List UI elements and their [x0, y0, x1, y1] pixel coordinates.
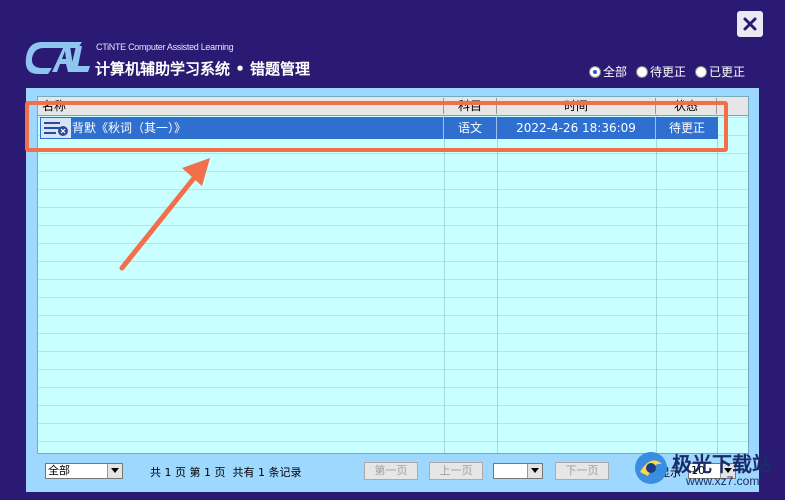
watermark-title: 极光下载站 [672, 452, 772, 476]
next-page-button[interactable]: 下一页 [555, 462, 609, 480]
filter-all-radio[interactable]: 全部 [589, 63, 627, 80]
filter-pending-label: 待更正 [650, 65, 687, 79]
brand-subtitle: CTiNTE Computer Assisted Learning [96, 42, 234, 52]
page-title: 计算机辅助学习系统 • 错题管理 [95, 60, 311, 78]
highlight-annotation-box [25, 101, 728, 152]
prev-page-button[interactable]: 上一页 [429, 462, 483, 480]
filter-pending-radio[interactable]: 待更正 [636, 63, 686, 80]
filter-all-label: 全部 [603, 65, 628, 79]
page-number-select[interactable] [493, 463, 543, 479]
close-icon [743, 17, 757, 31]
radio-checked-icon [589, 65, 601, 78]
watermark-logo-icon [635, 452, 667, 484]
filter-corrected-radio[interactable]: 已更正 [695, 63, 745, 80]
first-page-button[interactable]: 第一页 [364, 462, 418, 480]
watermark-url: www.xz7.com [686, 474, 760, 488]
chevron-down-icon [107, 464, 122, 478]
annotation-arrow-icon [119, 158, 210, 271]
chevron-down-icon [527, 464, 542, 478]
footer-filter-value: 全部 [48, 464, 70, 477]
status-filter: 全部 待更正 已更正 [589, 63, 745, 80]
radio-unchecked-icon [695, 65, 708, 78]
watermark: 极光下载站 www.xz7.com [632, 444, 782, 496]
close-button[interactable] [737, 11, 763, 37]
filter-corrected-label: 已更正 [709, 65, 746, 79]
page-info: 共 1 页 第 1 页 共有 1 条记录 [150, 466, 302, 479]
cal-logo [25, 42, 90, 74]
radio-unchecked-icon [636, 65, 649, 78]
footer-filter-select[interactable]: 全部 [45, 463, 123, 479]
